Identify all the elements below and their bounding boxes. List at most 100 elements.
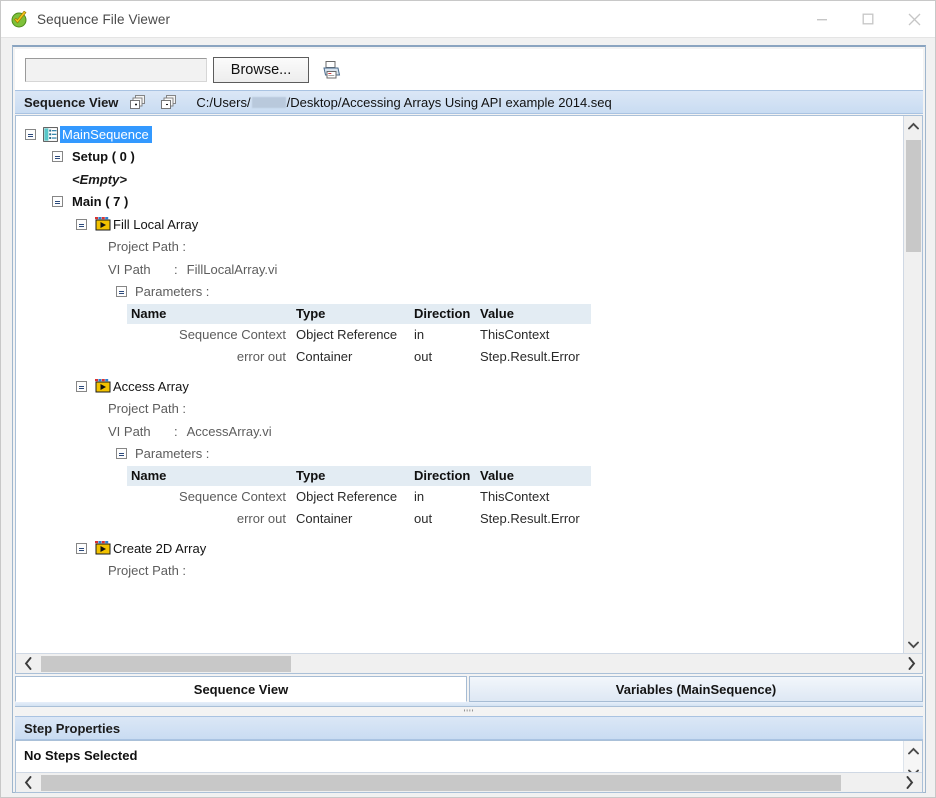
tree-row-setup[interactable]: Setup ( 0 ) [16,146,904,169]
tab-sequence-view[interactable]: Sequence View [15,676,467,702]
cell-value: Step.Result.Error [480,349,580,364]
expander-minus-icon[interactable] [76,380,87,392]
sequence-file-path: C:/Users/ /Desktop/Accessing Arrays Using… [196,95,611,110]
expander-minus-icon[interactable] [25,128,36,140]
vi-path-separator: : [174,261,178,277]
parameters-table-wrap: Name Type Direction Value Sequence Conte… [16,304,904,368]
minimize-icon[interactable] [799,1,845,37]
chevron-right-icon[interactable] [899,654,922,674]
tree-row-step[interactable]: Fill Local Array [16,213,904,236]
column-header-name: Name [127,304,292,324]
cell-type: Container [296,349,353,364]
vi-path-label: VI Path [108,423,151,439]
chevron-up-icon[interactable] [904,116,922,137]
cell-name: error out [236,349,286,364]
tree-label-mainsequence: MainSequence [60,125,152,143]
file-toolbar: Browse... [15,49,923,90]
parameters-label: Parameters : [135,446,210,462]
table-row: Sequence Context Object Reference in Thi… [127,324,591,346]
column-header-direction: Direction [410,466,476,486]
column-header-value: Value [476,466,591,486]
step-properties-panel[interactable]: No Steps Selected [15,740,923,793]
tree-label-empty: <Empty> [72,171,127,187]
expander-minus-icon[interactable] [52,196,63,208]
expander-minus-icon[interactable] [116,448,127,460]
parameters-label: Parameters : [135,284,210,300]
tree-hscroll-track[interactable] [41,654,899,674]
vi-path-value: FillLocalArray.vi [186,261,278,277]
chevron-left-icon[interactable] [16,773,41,793]
expander-minus-icon[interactable] [116,286,127,298]
tree-row-mainsequence[interactable]: MainSequence [16,123,904,146]
cell-name: Sequence Context [179,489,286,504]
expander-minus-icon[interactable] [76,542,87,554]
tree-row-step[interactable]: Access Array [16,375,904,398]
window-controls [799,1,935,37]
props-hscroll-track[interactable] [41,773,897,793]
teststand-check-icon [11,10,29,28]
table-row: Sequence Context Object Reference in Thi… [127,486,591,508]
expander-minus-icon[interactable] [52,151,63,163]
tree-row-parameters[interactable]: Parameters : [16,443,904,466]
viewer-panel: Browse... Sequence View C:/Users/ /Deskt… [12,45,926,793]
parameters-table: Name Type Direction Value Sequence Conte… [127,466,591,530]
tree-horizontal-scrollbar[interactable] [16,653,922,674]
tree-label-step-name: Access Array [113,378,189,394]
maximize-icon[interactable] [845,1,891,37]
client-area: Browse... Sequence View C:/Users/ /Deskt… [1,37,935,797]
chevron-right-icon[interactable] [897,773,922,793]
parameters-table-wrap: Name Type Direction Value Sequence Conte… [16,466,904,530]
step-properties-message: No Steps Selected [24,748,138,763]
step-properties-title: Step Properties [24,720,121,736]
tab-variables[interactable]: Variables (MainSequence) [469,676,923,702]
cell-value: Step.Result.Error [480,511,580,526]
props-horizontal-scrollbar[interactable] [16,772,922,792]
cell-type: Object Reference [296,489,398,504]
column-header-type: Type [292,304,410,324]
redacted-username [251,96,286,108]
tree-scroll-thumb[interactable] [906,140,921,252]
tree-row-setup-empty: <Empty> [16,168,904,191]
tree-label-step-name: Create 2D Array [113,540,207,556]
collapse-all-icon[interactable] [160,94,180,111]
vi-path-value: AccessArray.vi [186,423,272,439]
project-path-label: Project Path : [108,239,187,255]
chevron-up-icon[interactable] [904,741,922,762]
chevron-left-icon[interactable] [16,654,41,674]
file-path-input[interactable] [25,57,207,82]
sequence-tree[interactable]: MainSequence Setup ( 0 ) <Empty> Main ( … [15,115,923,674]
printer-icon[interactable] [320,59,342,81]
cell-direction: in [414,327,425,342]
labview-vi-icon [95,541,111,555]
table-row: error out Container out Step.Result.Erro… [127,508,591,530]
tree-row-vi-path: VI Path : AccessArray.vi [16,420,904,443]
sequence-tree-canvas: MainSequence Setup ( 0 ) <Empty> Main ( … [16,116,904,655]
parameters-table: Name Type Direction Value Sequence Conte… [127,304,591,368]
sequence-file-icon [43,126,58,142]
column-header-name: Name [127,466,292,486]
cell-type: Container [296,511,353,526]
cell-type: Object Reference [296,327,398,342]
expander-minus-icon[interactable] [76,218,87,230]
project-path-label: Project Path : [108,401,187,417]
cell-name: Sequence Context [179,327,286,342]
props-hscroll-thumb[interactable] [41,774,841,791]
cell-value: ThisContext [480,489,550,504]
close-icon[interactable] [891,1,935,37]
tab-underline [15,702,923,707]
tree-row-parameters[interactable]: Parameters : [16,281,904,304]
column-header-direction: Direction [410,304,476,324]
tree-row-step[interactable]: Create 2D Array [16,537,904,560]
labview-vi-icon [95,379,111,393]
cell-direction: in [414,489,425,504]
tree-vertical-scrollbar[interactable] [903,116,922,655]
cell-value: ThisContext [480,327,550,342]
chevron-down-icon[interactable] [904,634,922,655]
tree-row-project-path: Project Path : [16,236,904,259]
tree-row-project-path: Project Path : [16,398,904,421]
tree-hscroll-thumb[interactable] [41,655,291,672]
view-tabs: Sequence View Variables (MainSequence) [15,676,923,702]
expand-all-icon[interactable] [129,94,149,111]
browse-button[interactable]: Browse... [213,56,309,83]
tree-row-main[interactable]: Main ( 7 ) [16,191,904,214]
